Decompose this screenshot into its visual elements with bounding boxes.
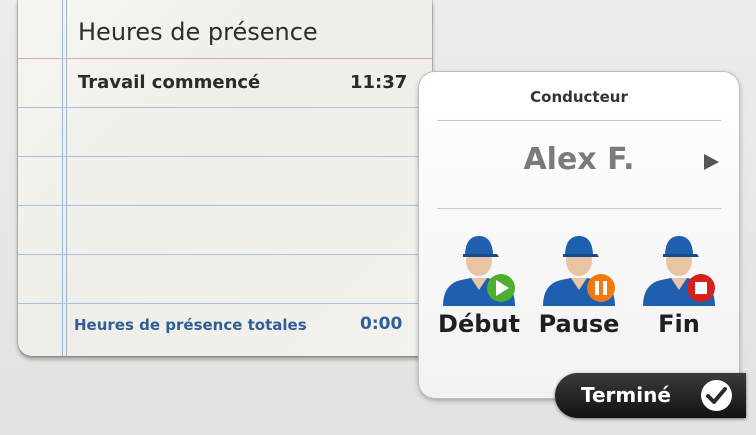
work-started-label: Travail commencé <box>78 72 261 93</box>
total-hours-label: Heures de présence totales <box>74 316 307 334</box>
driver-panel-header: Conducteur <box>530 88 628 106</box>
done-button[interactable]: Terminé <box>555 373 746 418</box>
notepad-line <box>18 303 432 304</box>
check-icon <box>701 380 732 411</box>
arrow-right-icon <box>704 154 719 170</box>
driver-figure-icon <box>643 236 715 306</box>
notepad-line <box>18 156 432 157</box>
driver-selector[interactable]: Alex F. <box>437 132 721 202</box>
start-label: Début <box>438 310 520 338</box>
attendance-notepad: Heures de présence Travail commencé 11:3… <box>18 0 432 356</box>
total-hours-value: 0:00 <box>360 314 403 334</box>
notepad-line <box>18 107 432 108</box>
page-title: Heures de présence <box>78 18 318 46</box>
divider <box>437 208 721 209</box>
pause-button[interactable]: Pause <box>529 222 629 348</box>
end-label: Fin <box>658 310 700 338</box>
notepad-line <box>18 205 432 206</box>
pause-icon <box>587 274 615 302</box>
pause-label: Pause <box>538 310 620 338</box>
end-button[interactable]: Fin <box>629 222 729 348</box>
start-button[interactable]: Début <box>429 222 529 348</box>
done-label: Terminé <box>581 383 671 407</box>
driver-actions: Début Pause Fin <box>427 222 731 352</box>
work-started-time: 11:37 <box>350 72 408 93</box>
divider <box>437 120 721 121</box>
notepad-header-line <box>18 58 432 59</box>
notepad-line <box>18 254 432 255</box>
driver-figure-icon <box>543 236 615 306</box>
driver-name: Alex F. <box>523 142 635 177</box>
driver-figure-icon <box>443 236 515 306</box>
driver-panel: Conducteur Alex F. Début Pause Fin <box>419 72 739 398</box>
